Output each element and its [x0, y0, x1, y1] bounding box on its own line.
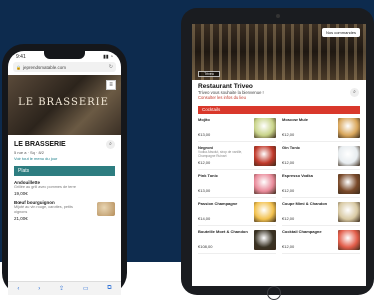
menu-item[interactable]: Andouillette Grillée au grill avec pomme… [8, 176, 121, 196]
menu-item[interactable]: Espresso Vodka €12,00 [282, 170, 360, 198]
cocktail-photo [338, 174, 360, 194]
tabs-icon[interactable]: ⧉ [107, 285, 111, 292]
category-header[interactable]: Cocktails [198, 106, 360, 114]
restaurant-title-row: LE BRASSERIE ⌕ [8, 135, 121, 149]
forward-icon[interactable]: › [38, 286, 40, 292]
search-icon[interactable]: ⌕ [106, 140, 115, 149]
cocktail-photo [254, 230, 276, 250]
menu-item[interactable]: Negroni Vodka Absolut, sirop de vanille, … [198, 142, 276, 170]
restaurant-header: Restaurant Triveo Triveo vous souhaite l… [192, 80, 366, 100]
cocktail-photo [338, 146, 360, 166]
menu-icon[interactable]: ≡ [106, 80, 116, 90]
item-price: 21,00€ [14, 216, 28, 221]
status-time: 9:41 [16, 54, 26, 60]
back-icon[interactable]: ‹ [17, 286, 19, 292]
cocktail-photo [338, 230, 360, 250]
menu-item[interactable]: Cocktail Champagne €12,00 [282, 226, 360, 254]
menu-item[interactable]: Pink Tonic €13,00 [198, 170, 276, 198]
menu-item[interactable]: Coupe Mimi & Chandon €12,00 [282, 198, 360, 226]
menu-link[interactable]: Voir tout le menu du jour [8, 155, 121, 161]
item-description: Mijoté au vin rouge, carottes, petits oi… [14, 205, 73, 214]
item-thumbnail [97, 202, 115, 216]
item-description: Vodka Absolut, sirop de vanille, Champag… [198, 150, 243, 158]
cocktail-photo [254, 146, 276, 166]
search-icon[interactable]: ⌕ [350, 88, 359, 97]
restaurant-logo: Triveo [198, 71, 220, 77]
menu-item[interactable]: Bœuf bourguignon Mijoté au vin rouge, ca… [8, 196, 121, 221]
tablet-device: Nos commandes Triveo Restaurant Triveo T… [181, 8, 374, 300]
bookmarks-icon[interactable]: ▭ [83, 285, 89, 292]
share-icon[interactable]: ⇪ [59, 285, 64, 292]
item-price: €13,00 [198, 188, 211, 193]
item-price: €108,00 [198, 244, 213, 249]
restaurant-name: Restaurant Triveo [198, 83, 253, 90]
browser-url-bar[interactable]: 🔒 jeprendsmatable.com ↻ [13, 62, 116, 72]
item-price: €12,00 [282, 216, 295, 221]
category-header[interactable]: Plats [14, 166, 115, 176]
phone-notch [44, 51, 85, 59]
item-price: €12,00 [282, 132, 295, 137]
reload-icon[interactable]: ↻ [109, 64, 113, 70]
cocktail-photo [338, 118, 360, 138]
tablet-screen: Nos commandes Triveo Restaurant Triveo T… [192, 24, 366, 286]
cocktail-photo [338, 202, 360, 222]
camera-icon [276, 14, 280, 18]
item-description: Grillée au grill avec pommes de terre [14, 185, 77, 189]
url-text: jeprendsmatable.com [22, 64, 67, 70]
cocktail-photo [254, 174, 276, 194]
cocktail-photo [254, 118, 276, 138]
home-button[interactable] [267, 286, 281, 300]
restaurant-hero-image: LE BRASSERIE ≡ [8, 75, 121, 135]
restaurant-name: LE BRASSERIE [14, 141, 66, 148]
status-icons: ▮▮ ◔ [103, 54, 113, 60]
menu-item[interactable]: Passion Champagne €14,00 [198, 198, 276, 226]
item-price: €13,00 [198, 132, 211, 137]
item-price: €12,00 [198, 160, 211, 165]
browser-bottom-bar: ‹ › ⇪ ▭ ⧉ [8, 281, 121, 295]
menu-item[interactable]: Mojito €13,00 [198, 114, 276, 142]
orders-button[interactable]: Nos commandes [321, 28, 360, 37]
bar-hero-image: Nos commandes Triveo [192, 24, 366, 80]
item-price: €14,00 [198, 216, 211, 221]
item-price: €12,00 [282, 244, 295, 249]
menu-grid: Mojito €13,00 Moscow Mule €12,00 Negroni Vodk… [192, 114, 366, 254]
lock-icon: 🔒 [16, 64, 21, 70]
phone-screen: 9:41 ▮▮ ◔ 🔒 jeprendsmatable.com ↻ LE BRA… [8, 51, 121, 295]
item-price: €12,00 [282, 160, 295, 165]
menu-item[interactable]: Bouteille Moet & Chandon €108,00 [198, 226, 276, 254]
hero-sign: LE BRASSERIE [18, 97, 109, 108]
cocktail-photo [254, 202, 276, 222]
menu-item[interactable]: Moscow Mule €12,00 [282, 114, 360, 142]
item-price: €12,00 [282, 188, 295, 193]
smartphone-device: 9:41 ▮▮ ◔ 🔒 jeprendsmatable.com ↻ LE BRA… [2, 44, 127, 295]
menu-item[interactable]: Gin Tonic €12,00 [282, 142, 360, 170]
venue-info-link[interactable]: Consulter les infos du lieu [198, 95, 360, 100]
